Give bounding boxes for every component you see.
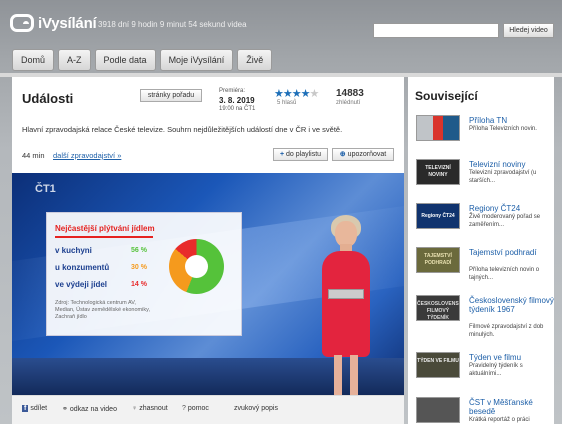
view-count: 14883 [336, 88, 364, 99]
page-title: Události [22, 91, 74, 106]
facebook-icon: f [22, 405, 29, 412]
share-label: sdílet [30, 405, 48, 412]
related-description: Filmové zpravodajství z dob minulých. [469, 324, 544, 338]
related-thumbnail [416, 397, 460, 423]
add-to-playlist-button[interactable]: + do playlistu [273, 148, 328, 161]
related-description: Televizní zpravodajství (u starších... [469, 170, 537, 184]
bulb-icon: ♀ [132, 405, 138, 412]
premiere-label: Premiéra: [219, 88, 246, 94]
news-infographic: Nejčastější plýtvání jídlem v kuchyni 56… [46, 212, 242, 336]
related-sidebar: Související Příloha TN Příloha Televizní… [408, 77, 554, 424]
view-count-label: zhlédnutí [336, 100, 361, 106]
presenter-leg [334, 355, 342, 395]
infographic-row-value: 30 % [131, 264, 147, 271]
ct-logo-icon [10, 14, 34, 32]
video-count-tagline: 3918 dní 9 hodin 9 minut 54 sekund videa [98, 20, 247, 29]
infographic-heading: Nejčastější plýtvání jídlem [55, 224, 155, 233]
duration: 44 min [22, 151, 45, 160]
notify-button[interactable]: ⊕ upozorňovat [332, 148, 394, 161]
related-title: Tajemství podhradí [469, 248, 537, 257]
video-link-button[interactable]: ⚭ odkaz na video [62, 405, 117, 413]
help-button[interactable]: ? pomoc [182, 405, 209, 412]
rating-stars-off: ★ [309, 88, 319, 100]
link-icon: ⚭ [62, 406, 68, 413]
premiere-date: 3. 8. 2019 [219, 96, 255, 105]
news-presenter [312, 213, 382, 395]
help-label: pomoc [187, 405, 209, 412]
rating-stars[interactable]: ★★★★★ [274, 87, 319, 100]
plus-icon: + [279, 151, 285, 158]
tab-by-date[interactable]: Podle data [94, 49, 156, 71]
related-thumbnail: ČESKOSLOVENSKÝ FILMOVÝ TÝDENÍK [416, 295, 460, 321]
presenter-dress [322, 251, 370, 357]
related-title: ČST v Měšťanské besedě [469, 398, 533, 416]
help-icon: ? [182, 405, 186, 412]
related-thumbnail: TÝDEN VE FILMU [416, 352, 460, 378]
channel-logo: ČT1 [35, 183, 56, 195]
search-input[interactable] [373, 23, 499, 38]
rating-stars-on: ★★★★ [274, 88, 310, 100]
related-description: Příloha Televizních novin. [469, 126, 537, 132]
related-title: Československý filmový týdeník 1967 [469, 296, 554, 314]
notify-button-label: upozorňovat [347, 151, 387, 158]
program-page-button[interactable]: stránky pořadu [140, 89, 202, 102]
ivysilani-logo[interactable]: iVysílání [10, 14, 97, 32]
tab-my-ivysilani[interactable]: Moje iVysílání [159, 49, 234, 71]
tab-a-z[interactable]: A-Z [58, 49, 91, 71]
rating-votes: 5 hlasů [277, 100, 297, 106]
related-thumbnail [416, 115, 460, 141]
notify-icon: ⊕ [339, 151, 346, 158]
premiere-channel: 19:00 na ČT1 [219, 106, 256, 112]
tab-home[interactable]: Domů [12, 49, 55, 71]
related-title: Televizní noviny [469, 160, 526, 169]
related-description: Příloha televizních novin o tajných... [469, 267, 540, 281]
infographic-heading-underline [55, 236, 153, 238]
related-thumbnail: Regiony ČT24 [416, 203, 460, 229]
video-link-label: odkaz na video [69, 406, 117, 413]
infographic-row-label: v kuchyni [55, 246, 92, 255]
related-title: Příloha TN [469, 116, 508, 125]
related-item[interactable]: TELEVIZNÍ NOVINY Televizní noviny Televi… [416, 159, 554, 203]
related-description: Živě moderovaný pořad se zaměřením... [469, 214, 541, 228]
related-thumbnail: TELEVIZNÍ NOVINY [416, 159, 460, 185]
infographic-source: Zdroj: Technologická centrum AV, Median,… [55, 300, 150, 320]
related-description: Krátká reportáž o práci [469, 417, 530, 423]
related-thumbnail: TAJEMSTVÍ PODHRADÍ [416, 247, 460, 273]
related-item[interactable]: TÝDEN VE FILMU Týden ve filmu Pravidelný… [416, 352, 554, 396]
donut-center [185, 255, 208, 278]
lights-off-label: zhasnout [139, 405, 168, 412]
logo-text: iVysílání [38, 14, 97, 32]
related-item[interactable]: Regiony ČT24 Regiony ČT24 Živě moderovan… [416, 203, 554, 247]
related-title: Týden ve filmu [469, 353, 522, 362]
related-title: Regiony ČT24 [469, 204, 521, 213]
related-item[interactable]: ČST v Měšťanské besedě Krátká reportáž o… [416, 397, 554, 424]
infographic-row-label: ve výdeji jídel [55, 280, 108, 289]
related-item[interactable]: TAJEMSTVÍ PODHRADÍ Tajemství podhradí Př… [416, 247, 554, 291]
program-panel: Události stránky pořadu Premiéra: 3. 8. … [12, 77, 404, 424]
main-nav: Domů A-Z Podle data Moje iVysílání Živě [12, 49, 273, 71]
audio-description-label: zvukový popis [234, 405, 278, 412]
audio-description-button[interactable]: zvukový popis [234, 405, 278, 412]
presenter-leg [350, 355, 358, 395]
related-item[interactable]: Příloha TN Příloha Televizních novin. [416, 115, 554, 159]
lights-off-button[interactable]: ♀ zhasnout [132, 405, 168, 412]
playlist-button-label: do playlistu [286, 151, 322, 158]
tab-live[interactable]: Živě [237, 49, 273, 71]
more-news-link[interactable]: další zpravodajství » [53, 151, 121, 160]
program-description: Hlavní zpravodajská relace České televiz… [22, 125, 343, 134]
search-button[interactable]: Hledej video [503, 23, 554, 38]
sidebar-title: Související [415, 89, 478, 103]
share-bar: f sdílet ⚭ odkaz na video ♀ zhasnout ? pomoc… [12, 395, 404, 424]
infographic-row-value: 14 % [131, 281, 147, 288]
video-player[interactable]: ČT1 Nejčastější plýtvání jídlem v kuchyn… [12, 173, 404, 395]
infographic-row-label: u konzumentů [55, 263, 110, 272]
related-item[interactable]: ČESKOSLOVENSKÝ FILMOVÝ TÝDENÍK Českoslov… [416, 295, 554, 339]
presenter-tablet [328, 289, 364, 299]
related-description: Pravidelný týdeník s aktuálními... [469, 363, 523, 377]
share-facebook-button[interactable]: f sdílet [22, 405, 47, 412]
infographic-row-value: 56 % [131, 247, 147, 254]
